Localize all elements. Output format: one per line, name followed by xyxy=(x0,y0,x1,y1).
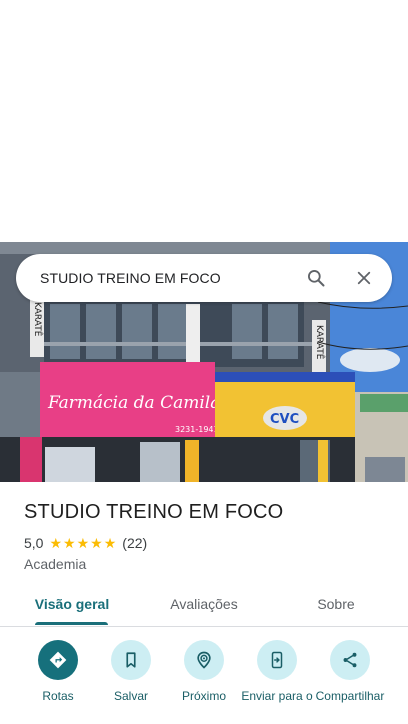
bookmark-icon xyxy=(126,652,136,668)
nearby-button[interactable]: Próximo xyxy=(166,640,242,704)
star-icon: ★ xyxy=(49,535,63,551)
send-to-phone-icon xyxy=(271,651,283,669)
tab-bar: Visão geral Avaliações Sobre xyxy=(0,586,408,626)
place-name: STUDIO TREINO EM FOCO xyxy=(24,501,284,523)
nearby-label: Próximo xyxy=(181,689,226,703)
review-count[interactable]: (22) xyxy=(122,535,147,551)
rating-value: 5,0 xyxy=(24,535,44,551)
star-icon: ★ xyxy=(76,535,90,551)
search-icon xyxy=(308,270,325,287)
star-rating: ★ ★ ★ ★ ★ xyxy=(49,536,117,550)
search-bar[interactable]: STUDIO TREINO EM FOCO xyxy=(16,254,392,302)
directions-label: Rotas xyxy=(42,689,74,703)
tabs-divider xyxy=(0,626,408,627)
star-icon: ★ xyxy=(63,535,76,551)
cvc-sign: CVC xyxy=(270,412,299,427)
pharmacy-phone: 3231-1941 xyxy=(175,425,219,434)
tab-reviews[interactable]: Avaliações xyxy=(152,586,256,622)
save-label: Salvar xyxy=(113,689,148,703)
star-icon: ★ xyxy=(90,535,103,551)
search-input[interactable]: STUDIO TREINO EM FOCO xyxy=(16,270,292,286)
action-row: Rotas Salvar Próximo Enviar para o Compa… xyxy=(0,640,408,724)
save-button[interactable]: Salvar xyxy=(93,640,169,704)
tab-about[interactable]: Sobre xyxy=(296,586,376,622)
search-button[interactable] xyxy=(292,254,340,302)
star-icon: ★ xyxy=(103,535,117,551)
active-tab-indicator xyxy=(35,622,108,625)
tab-overview[interactable]: Visão geral xyxy=(22,586,122,622)
directions-button[interactable]: Rotas xyxy=(20,640,96,704)
place-category: Academia xyxy=(24,556,87,572)
place-sheet: KARATÊ KARATÊ Farmácia da Camila 3231-19… xyxy=(0,0,408,724)
nearby-icon xyxy=(197,651,211,669)
close-icon xyxy=(357,271,371,285)
share-button[interactable]: Compartilhar xyxy=(312,640,388,704)
share-icon xyxy=(343,652,357,668)
clear-search-button[interactable] xyxy=(340,254,388,302)
send-to-phone-label: Enviar para o xyxy=(241,689,313,703)
pharmacy-sign: Farmácia da Camila xyxy=(47,393,220,413)
directions-icon xyxy=(49,651,67,669)
map-area[interactable] xyxy=(0,0,408,242)
send-to-phone-button[interactable]: Enviar para o xyxy=(239,640,315,704)
share-label: Compartilhar xyxy=(315,689,385,703)
rating-row[interactable]: 5,0 ★ ★ ★ ★ ★ (22) xyxy=(24,535,147,551)
